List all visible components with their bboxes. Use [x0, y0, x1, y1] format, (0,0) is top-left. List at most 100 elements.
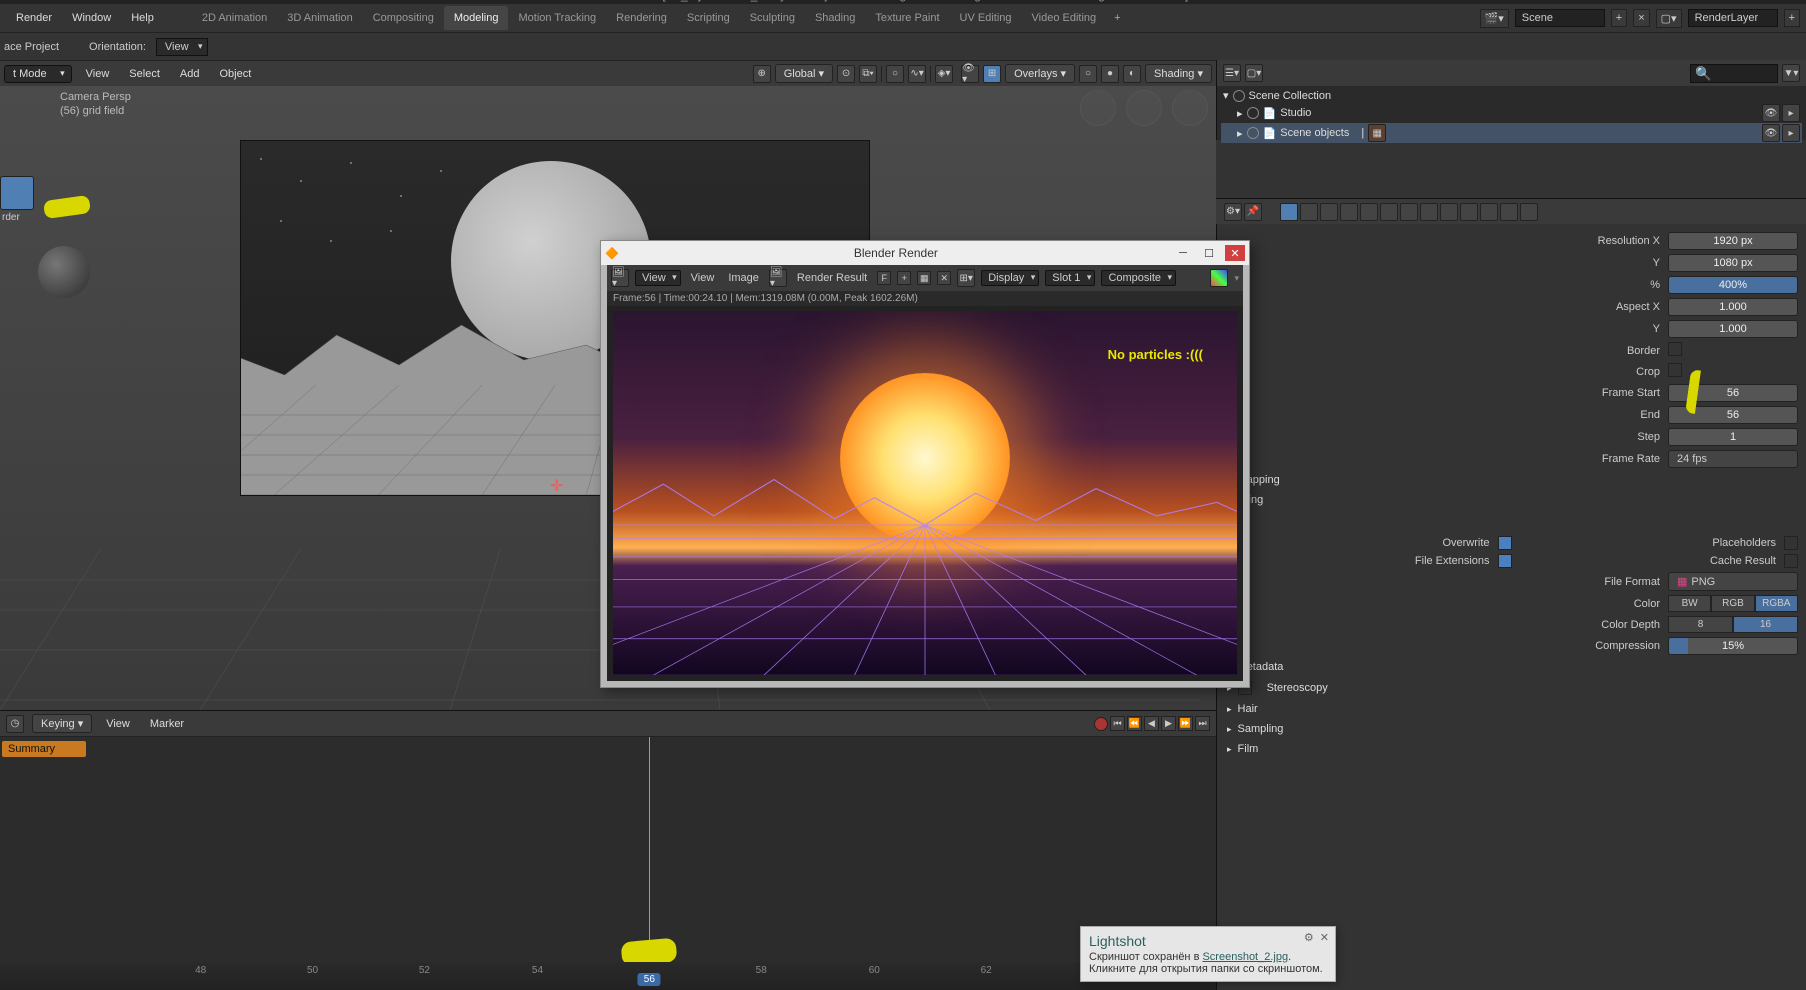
snap-icon[interactable]: ⧉▾ [859, 65, 877, 83]
input-res-y[interactable]: 1080 px [1668, 254, 1798, 272]
prop-tab-constraint[interactable] [1400, 203, 1418, 221]
section-sampling[interactable]: Sampling [1217, 719, 1806, 739]
proportional-type-icon[interactable]: ∿▾ [908, 65, 926, 83]
prop-tab-object[interactable] [1380, 203, 1398, 221]
fake-user-toggle[interactable]: F [877, 271, 891, 285]
viewport-menu-view[interactable]: View [80, 64, 116, 84]
image-menu-view[interactable]: View [687, 270, 719, 286]
jump-start-icon[interactable]: ⏮ [1110, 716, 1125, 731]
menu-help[interactable]: Help [121, 6, 164, 30]
workspace-tab-rendering[interactable]: Rendering [606, 6, 677, 30]
scene-delete-button[interactable]: × [1633, 9, 1649, 27]
maximize-button[interactable]: ☐ [1199, 245, 1219, 261]
scene-name-input[interactable]: Scene [1515, 9, 1605, 27]
prop-tab-world[interactable] [1360, 203, 1378, 221]
tree-item-scene-objects[interactable]: ▸📄 Scene objects | ▦ 👁▸ [1221, 123, 1802, 143]
jump-end-icon[interactable]: ⏭ [1195, 716, 1210, 731]
workspace-tab-modeling[interactable]: Modeling [444, 6, 509, 30]
next-key-icon[interactable]: ⏩ [1178, 716, 1193, 731]
input-res-x[interactable]: 1920 px [1668, 232, 1798, 250]
orientation-dropdown[interactable]: View [156, 38, 208, 56]
slider-res-pct[interactable]: 400% [1668, 276, 1798, 294]
timeline-menu-view[interactable]: View [100, 714, 136, 734]
gizmo-icon[interactable]: ◈▾ [935, 65, 953, 83]
section-time-remapping[interactable]: mapping [1217, 470, 1806, 490]
open-image-button[interactable]: ▦ [917, 271, 931, 285]
lightshot-filename-link[interactable]: Screenshot_2.jpg [1202, 951, 1288, 963]
workspace-tab-scripting[interactable]: Scripting [677, 6, 740, 30]
prop-tab-scene[interactable] [1340, 203, 1358, 221]
tree-scene-collection[interactable]: ▾ Scene Collection [1221, 88, 1802, 103]
checkbox-crop[interactable] [1668, 363, 1682, 377]
tool-select[interactable] [0, 176, 34, 210]
color-mode-bw[interactable]: BW [1668, 595, 1711, 612]
workspace-add-button[interactable]: + [1106, 6, 1128, 30]
summary-track[interactable]: Summary [2, 741, 86, 757]
render-titlebar[interactable]: 🔶 Blender Render ─ ☐ ✕ [601, 241, 1249, 265]
prop-tab-texture[interactable] [1520, 203, 1538, 221]
timeline-ruler[interactable]: 48 50 52 54 56 58 60 62 [0, 962, 1216, 990]
ls-settings-icon[interactable]: ⚙ [1304, 931, 1314, 944]
outliner-editor-icon[interactable]: ☰▾ [1223, 64, 1241, 82]
zoom-gizmo[interactable] [1172, 90, 1208, 126]
overlay-toggle-icon[interactable]: ⊞ [983, 65, 1001, 83]
workspace-tab-compositing[interactable]: Compositing [363, 6, 444, 30]
image-menu-image[interactable]: Image [724, 270, 763, 286]
dropdown-file-format[interactable]: ▦PNG [1668, 572, 1798, 591]
slot-dd[interactable]: Slot 1 [1045, 270, 1095, 286]
restrict-icon[interactable]: ▸ [1782, 104, 1800, 122]
prop-tab-data[interactable] [1480, 203, 1498, 221]
ls-close-icon[interactable]: ✕ [1320, 931, 1329, 944]
transform-orient-icon[interactable]: ⊕ [753, 65, 771, 83]
input-aspect-y[interactable]: 1.000 [1668, 320, 1798, 338]
workspace-tab-sculpting[interactable]: Sculpting [740, 6, 805, 30]
checkbox-placeholders[interactable] [1784, 536, 1798, 550]
pan-gizmo[interactable] [1126, 90, 1162, 126]
view-layer-new-button[interactable]: + [1784, 9, 1800, 27]
workspace-tab-video-editing[interactable]: Video Editing [1022, 6, 1107, 30]
section-post-processing[interactable]: ssing [1217, 490, 1806, 510]
pivot-icon[interactable]: ⊙ [837, 65, 855, 83]
scene-browse-icon[interactable]: 🎬▾ [1480, 9, 1509, 28]
section-hair[interactable]: Hair [1217, 699, 1806, 719]
display-mode-icon[interactable]: ▢▾ [1245, 64, 1263, 82]
lightshot-notification[interactable]: ⚙ ✕ Lightshot Скриншот сохранён в Screen… [1080, 926, 1336, 982]
close-button[interactable]: ✕ [1225, 245, 1245, 261]
menu-window[interactable]: Window [62, 6, 121, 30]
menu-render[interactable]: Render [6, 6, 62, 30]
restrict-icon[interactable]: ▸ [1782, 124, 1800, 142]
orbit-gizmo[interactable] [1080, 90, 1116, 126]
prop-tab-physics[interactable] [1460, 203, 1478, 221]
object-mode-dropdown[interactable]: t Mode [4, 65, 72, 83]
proportional-icon[interactable]: ○ [886, 65, 904, 83]
hide-toggle-icon[interactable]: 👁 [1762, 124, 1780, 142]
props-pin-icon[interactable]: 📌 [1244, 203, 1262, 221]
section-film[interactable]: Film [1217, 739, 1806, 759]
viewport-menu-add[interactable]: Add [174, 64, 206, 84]
color-mode-rgb[interactable]: RGB [1711, 595, 1754, 612]
workspace-tab-2d-animation[interactable]: 2D Animation [192, 6, 277, 30]
checkbox-overwrite[interactable] [1498, 536, 1512, 550]
new-image-button[interactable]: + [897, 271, 911, 285]
image-editor-type-icon[interactable]: 🖼▾ [611, 269, 629, 287]
prop-tab-output[interactable] [1300, 203, 1318, 221]
prop-tab-view-layer[interactable] [1320, 203, 1338, 221]
checkbox-file-ext[interactable] [1498, 554, 1512, 568]
workspace-tab-shading[interactable]: Shading [805, 6, 865, 30]
minimize-button[interactable]: ─ [1173, 245, 1193, 261]
pass-dd[interactable]: Composite [1101, 270, 1176, 286]
render-window[interactable]: 🔶 Blender Render ─ ☐ ✕ 🖼▾ View View Imag… [600, 240, 1250, 688]
dropdown-fps[interactable]: 24 fps [1668, 450, 1798, 468]
prop-tab-modifier[interactable] [1420, 203, 1438, 221]
timeline-editor-icon[interactable]: ◷ [6, 715, 24, 733]
workspace-tab-3d-animation[interactable]: 3D Animation [277, 6, 362, 30]
slider-compression[interactable]: 15% [1668, 637, 1798, 655]
viewport-menu-select[interactable]: Select [123, 64, 166, 84]
view-layer-input[interactable]: RenderLayer [1688, 9, 1778, 27]
auto-key-icon[interactable] [1094, 717, 1108, 731]
depth-8[interactable]: 8 [1668, 616, 1733, 633]
view-layer-browse-icon[interactable]: ▢▾ [1656, 9, 1682, 28]
image-browse-icon[interactable]: 🖼▾ [769, 269, 787, 287]
timeline-menu-marker[interactable]: Marker [144, 714, 190, 734]
tree-item-studio[interactable]: ▸📄 Studio 👁▸ [1221, 103, 1802, 123]
